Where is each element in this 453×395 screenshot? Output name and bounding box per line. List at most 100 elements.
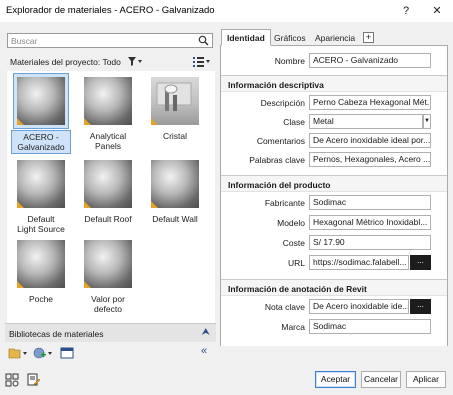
material-label: Default Roof	[84, 214, 132, 224]
material-label-box: Poche	[11, 293, 71, 305]
nota-clave-label: Nota clave	[264, 302, 305, 312]
tab-apariencia[interactable]: Apariencia	[310, 31, 360, 46]
coste-field[interactable]: S/ 17.90	[309, 235, 431, 250]
tab-identidad[interactable]: Identidad	[221, 29, 271, 46]
tab-graficos[interactable]: Gráficos	[269, 31, 311, 46]
row-nombre: Nombre ACERO - Galvanizado	[221, 53, 447, 69]
material-label-box: Valor por defecto	[78, 293, 138, 315]
material-tile-analytical-panels[interactable]: Analytical Panels	[78, 74, 138, 152]
material-label: Default Wall	[152, 214, 198, 224]
row-palabras-clave: Palabras clave Pernos, Hexagonales, Acer…	[221, 152, 447, 168]
material-label: Default Light Source	[17, 214, 65, 234]
material-thumbnail	[17, 240, 65, 288]
asset-browser-icon[interactable]	[60, 347, 74, 359]
coste-label: Coste	[282, 238, 305, 248]
material-label: Valor por defecto	[91, 294, 125, 314]
material-thumbnail	[17, 160, 65, 208]
collapse-left-icon[interactable]: «	[201, 345, 207, 357]
modelo-label: Modelo	[277, 218, 305, 228]
marca-label: Marca	[281, 322, 305, 332]
material-label: Cristal	[162, 131, 188, 141]
material-label-box: ACERO - Galvanizado	[11, 130, 71, 154]
material-libraries-label: Bibliotecas de materiales	[9, 329, 104, 339]
section-product: Información del producto	[221, 175, 447, 192]
descripcion-field[interactable]: Perno Cabeza Hexagonal Mét...	[309, 95, 431, 110]
thumbnail-frame	[148, 157, 202, 211]
section-title: Información descriptiva	[228, 80, 324, 90]
add-tab-button[interactable]: +	[363, 32, 374, 43]
material-tile-acero-galvanizado[interactable]: ACERO - Galvanizado	[11, 73, 71, 154]
palabras-clave-field[interactable]: Pernos, Hexagonales, Acero ...	[309, 152, 431, 167]
section-descriptive: Información descriptiva	[221, 75, 447, 92]
section-revit-annotation: Información de anotación de Revit	[221, 279, 447, 296]
thumbnail-frame	[148, 74, 202, 128]
section-title: Información del producto	[228, 180, 331, 190]
material-thumbnail	[84, 240, 132, 288]
fabricante-label: Fabricante	[264, 198, 305, 208]
cancel-button[interactable]: Cancelar	[361, 371, 401, 388]
marca-field[interactable]: Sodimac	[309, 319, 431, 334]
material-label-box: Analytical Panels	[78, 130, 138, 152]
url-browse-button[interactable]: ...	[410, 255, 431, 270]
close-button[interactable]: ✕	[427, 3, 447, 19]
material-tile-default-roof[interactable]: Default Roof	[78, 157, 138, 225]
collapse-up-icon[interactable]: ⮝	[202, 327, 211, 338]
nota-clave-browse-button[interactable]: ...	[410, 299, 431, 314]
material-thumbnail	[84, 77, 132, 125]
row-comentarios: Comentarios De Acero inoxidable ideal po…	[221, 133, 447, 149]
accept-button[interactable]: Aceptar	[315, 371, 356, 388]
descripcion-label: Descripción	[260, 98, 305, 108]
url-field[interactable]: https://sodimac.falabell...	[309, 255, 409, 270]
nombre-field[interactable]: ACERO - Galvanizado	[309, 53, 431, 68]
search-input[interactable]	[8, 34, 193, 47]
apply-button[interactable]: Aplicar	[406, 371, 446, 388]
material-label-box: Default Wall	[145, 213, 205, 225]
filter-icon[interactable]	[127, 56, 143, 67]
search-field[interactable]	[7, 33, 213, 48]
section-title: Información de anotación de Revit	[228, 284, 367, 294]
material-label: ACERO - Galvanizado	[17, 132, 65, 152]
material-thumbnail	[84, 160, 132, 208]
help-button[interactable]: ?	[396, 3, 416, 19]
material-tile-default-wall[interactable]: Default Wall	[145, 157, 205, 225]
thumbnail-frame	[81, 157, 135, 211]
thumbnail-frame	[14, 157, 68, 211]
modelo-field[interactable]: Hexagonal Métrico Inoxidabl...	[309, 215, 431, 230]
material-label-box: Default Light Source	[11, 213, 71, 235]
thumbnail-frame	[14, 237, 68, 291]
row-fabricante: Fabricante Sodimac	[221, 195, 447, 211]
edit-material-icon[interactable]	[27, 373, 41, 387]
material-label: Poche	[28, 294, 54, 304]
project-materials-bar: Materiales del proyecto: Todo	[5, 54, 216, 70]
window-title: Explorador de materiales - ACERO - Galva…	[6, 5, 215, 16]
glass-scene-icon	[156, 82, 192, 111]
search-icon[interactable]	[198, 35, 209, 46]
fabricante-field[interactable]: Sodimac	[309, 195, 431, 210]
material-grid: ACERO - Galvanizado Analytical Panels Cr…	[7, 71, 215, 323]
material-label: Analytical Panels	[89, 131, 127, 151]
clase-label: Clase	[283, 117, 305, 127]
material-libraries-bar[interactable]: Bibliotecas de materiales ⮝	[5, 323, 216, 342]
library-toolbar: «	[5, 343, 216, 363]
row-coste: Coste S/ 17.90	[221, 235, 447, 251]
view-options-icon[interactable]	[193, 56, 211, 67]
url-label: URL	[287, 258, 305, 268]
palabras-clave-label: Palabras clave	[249, 155, 305, 165]
row-marca: Marca Sodimac	[221, 319, 447, 335]
material-tile-default-light-source[interactable]: Default Light Source	[11, 157, 71, 235]
material-tile-poche[interactable]: Poche	[11, 237, 71, 305]
title-bar: Explorador de materiales - ACERO - Galva…	[0, 0, 453, 22]
material-editor: Identidad Gráficos Apariencia + Nombre A…	[220, 29, 448, 365]
nota-clave-field[interactable]: De Acero inoxidable ide...	[309, 299, 409, 314]
chevron-down-icon[interactable]: ▼	[423, 114, 431, 129]
material-graph-icon[interactable]	[5, 373, 19, 387]
open-library-icon[interactable]	[8, 347, 28, 359]
material-tile-cristal[interactable]: Cristal	[145, 74, 205, 142]
editor-tabs: Identidad Gráficos Apariencia +	[220, 29, 448, 46]
comentarios-field[interactable]: De Acero inoxidable ideal por...	[309, 133, 431, 148]
material-browser-window: Explorador de materiales - ACERO - Galva…	[0, 0, 453, 395]
clase-select[interactable]: Metal	[309, 114, 423, 129]
create-material-icon[interactable]	[33, 347, 53, 359]
material-tile-valor-por-defecto[interactable]: Valor por defecto	[78, 237, 138, 315]
material-thumbnail	[17, 77, 65, 125]
